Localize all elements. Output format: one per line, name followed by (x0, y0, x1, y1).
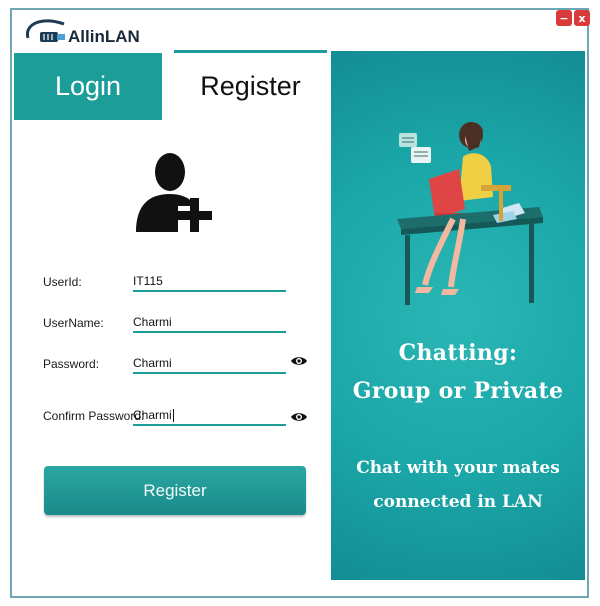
tab-login-label: Login (54, 71, 122, 101)
minimize-button[interactable]: − (556, 10, 572, 26)
register-button-label: Register (143, 480, 207, 500)
password-value: Charmi (133, 356, 172, 370)
confirm-password-field[interactable]: Charmi (133, 406, 286, 426)
promo-line-2: Group or Private (352, 378, 564, 404)
app-logo-text: AllinLAN (68, 27, 140, 46)
close-icon: x (578, 11, 586, 25)
confirm-password-value: Charmi (133, 408, 172, 422)
add-user-icon (136, 153, 212, 232)
username-value: Charmi (133, 315, 172, 329)
password-field[interactable]: Charmi (133, 354, 286, 374)
text-cursor (172, 409, 174, 422)
tab-register[interactable]: Register (174, 53, 327, 120)
promo-line-3: Chat with your mates (356, 458, 560, 478)
promo-line-4: connected in LAN (373, 492, 543, 512)
confirm-password-label: Confirm Password: (43, 409, 145, 423)
password-label: Password: (43, 357, 100, 371)
promo-panel: Chatting: Group or Private Chat with you… (331, 51, 585, 580)
minimize-icon: − (559, 11, 569, 25)
username-field[interactable]: Charmi (133, 313, 286, 333)
register-button[interactable]: Register (44, 466, 306, 515)
tab-register-label: Register (200, 71, 301, 101)
userid-field[interactable]: IT115 (133, 272, 286, 292)
promo-line-1: Chatting: (398, 340, 518, 366)
eye-icon[interactable] (291, 355, 307, 367)
chatting-person-illustration (397, 122, 543, 305)
tab-login[interactable]: Login (14, 53, 162, 120)
eye-icon[interactable] (291, 411, 307, 423)
close-button[interactable]: x (574, 10, 590, 26)
userid-value: IT115 (133, 274, 163, 288)
username-label: UserName: (43, 316, 104, 330)
userid-label: UserId: (43, 275, 82, 289)
